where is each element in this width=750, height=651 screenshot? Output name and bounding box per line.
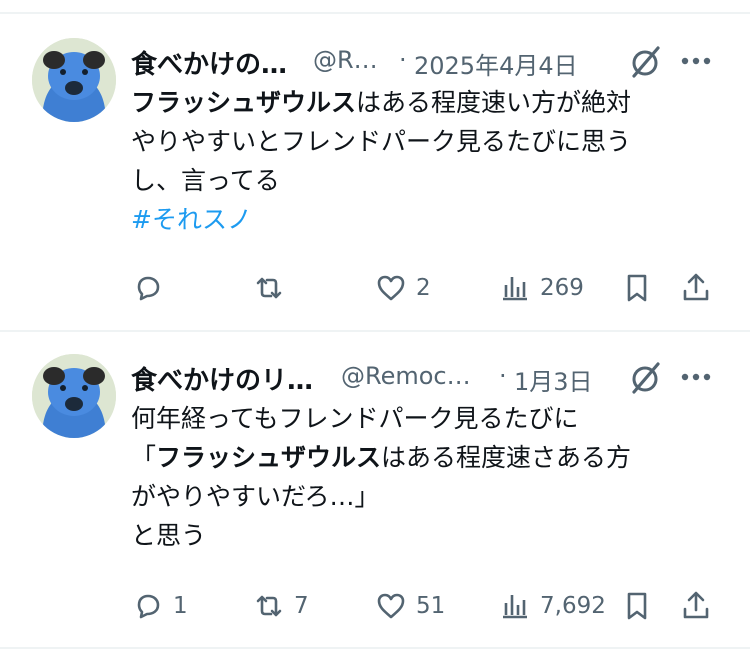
reply-icon — [137, 594, 160, 619]
tweet-divider — [0, 330, 750, 332]
display-name[interactable]: 食べかけの… — [131, 44, 287, 81]
share-button[interactable] — [679, 586, 713, 626]
views-button[interactable]: 269 — [498, 268, 584, 308]
reply-count: 1 — [173, 593, 188, 619]
share-button[interactable] — [679, 268, 713, 308]
reply-icon — [137, 276, 160, 301]
avatar[interactable] — [32, 38, 116, 122]
tweet-text: 何年経ってもフレンドパーク見るたびに 「フラッシュザウルスはある程度速さある方 … — [131, 399, 631, 555]
views-icon — [503, 595, 527, 619]
tweet-date[interactable]: 1月3日 — [514, 362, 593, 397]
tweet-line-rest: はある程度速さある方 — [381, 443, 632, 472]
action-bar: 1 7 51 7,692 — [0, 586, 750, 626]
views-count: 269 — [540, 275, 584, 301]
tweet-line: 「フラッシュザウルスはある程度速さある方 — [131, 438, 631, 477]
separator-dot: · — [399, 46, 407, 74]
bookmark-button[interactable] — [620, 268, 654, 308]
tweet-line: と思う — [131, 521, 207, 550]
user-handle[interactable]: @R… — [313, 46, 378, 74]
retweet-icon — [256, 277, 282, 299]
like-button[interactable]: 51 — [374, 586, 445, 626]
tweet-line: がやりやすいだろ…」 — [131, 482, 380, 511]
tweet-line: フラッシュザウルスはある程度速い方が絶対 — [131, 83, 631, 122]
bold-keyword: フラッシュザウルス — [131, 88, 357, 117]
bookmark-icon — [627, 592, 647, 620]
display-name[interactable]: 食べかけのリ… — [131, 360, 313, 397]
quote-open: 「 — [131, 443, 157, 472]
tweet-date[interactable]: 2025年4月4日 — [414, 46, 578, 81]
tweet-header: 食べかけのリ… @Remoc… · 1月3日 — [131, 354, 730, 400]
like-button[interactable]: 2 — [374, 268, 431, 308]
tweet[interactable]: 食べかけの… @R… · 2025年4月4日 フラッシュザウルスはある程度速い方… — [0, 38, 750, 328]
grok-icon[interactable] — [625, 358, 665, 398]
tweet-line: し、言ってる — [131, 166, 280, 195]
like-count: 2 — [416, 275, 431, 301]
retweet-button[interactable] — [252, 268, 294, 308]
grok-icon[interactable] — [625, 42, 665, 82]
views-button[interactable]: 7,692 — [498, 586, 606, 626]
retweet-button[interactable]: 7 — [252, 586, 309, 626]
retweet-count: 7 — [294, 593, 309, 619]
avatar[interactable] — [32, 354, 116, 438]
views-icon — [503, 277, 527, 301]
more-icon[interactable] — [676, 40, 716, 80]
bookmark-icon — [627, 274, 647, 302]
share-icon — [683, 591, 709, 619]
tweet-text: フラッシュザウルスはある程度速い方が絶対 やりやすいとフレンドパーク見るたびに思… — [131, 83, 631, 239]
share-icon — [683, 273, 709, 301]
bold-keyword: フラッシュザウルス — [156, 443, 382, 472]
hashtag-link[interactable]: #それスノ — [131, 200, 631, 239]
more-icon[interactable] — [676, 356, 716, 396]
separator-dot: · — [499, 362, 507, 390]
retweet-icon — [256, 595, 282, 617]
views-count: 7,692 — [540, 593, 606, 619]
top-divider — [0, 12, 750, 14]
tweet-line: やりやすいとフレンドパーク見るたびに思う — [131, 127, 632, 156]
tweet-line: 何年経ってもフレンドパーク見るたびに — [131, 404, 579, 433]
like-icon — [377, 275, 405, 301]
bookmark-button[interactable] — [620, 586, 654, 626]
tweet-header: 食べかけの… @R… · 2025年4月4日 — [131, 38, 730, 84]
reply-button[interactable]: 1 — [131, 586, 188, 626]
bottom-divider — [0, 647, 750, 649]
user-handle[interactable]: @Remoc… — [341, 362, 471, 390]
reply-button[interactable] — [131, 268, 173, 308]
like-icon — [377, 593, 405, 619]
tweet[interactable]: 食べかけのリ… @Remoc… · 1月3日 何年経ってもフレンドパーク見るたび… — [0, 354, 750, 644]
tweet-line-rest: はある程度速い方が絶対 — [356, 88, 632, 117]
like-count: 51 — [416, 593, 446, 619]
action-bar: 2 269 — [0, 268, 750, 308]
